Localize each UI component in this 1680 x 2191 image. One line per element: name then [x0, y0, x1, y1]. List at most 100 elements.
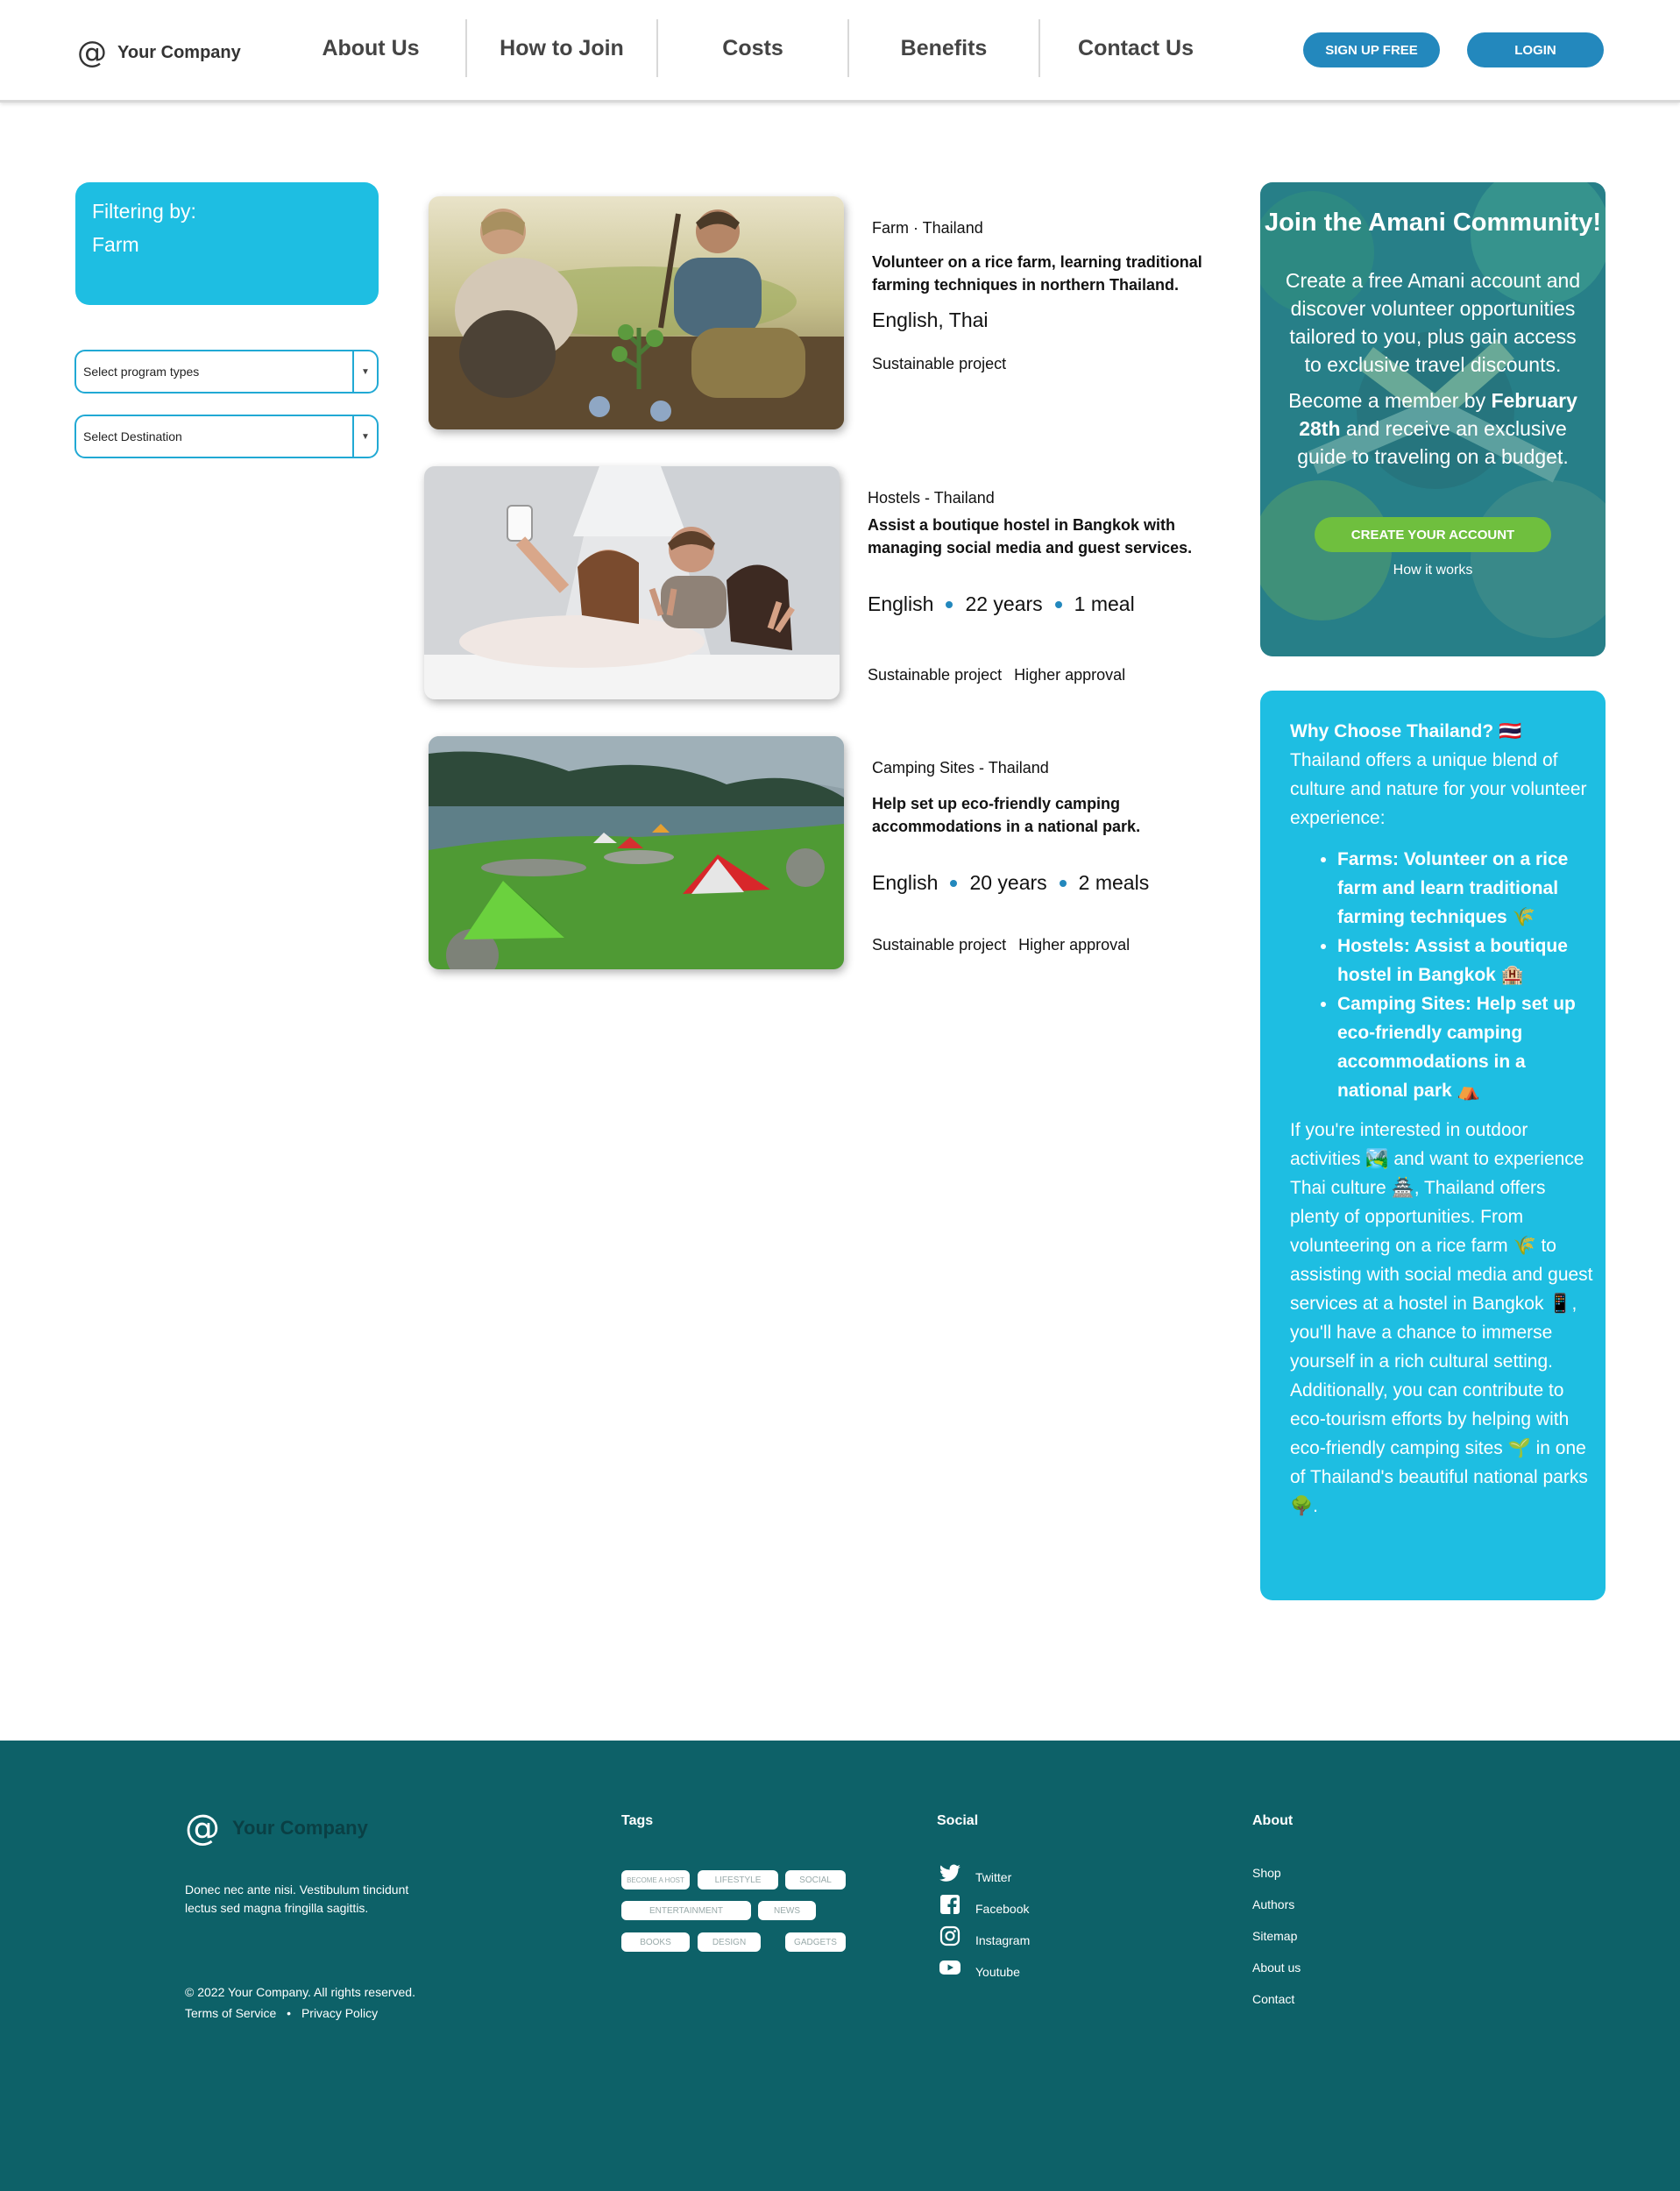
- list-item: Farms: Volunteer on a rice farm and lear…: [1337, 845, 1593, 932]
- listing-tags: Sustainable project Higher approval: [868, 666, 1125, 684]
- community-description: Create a free Amani account and discover…: [1285, 269, 1581, 376]
- youtube-icon[interactable]: [939, 1956, 961, 1979]
- at-logo-icon: @: [185, 1808, 220, 1848]
- logo[interactable]: @ Your Company: [77, 35, 241, 70]
- youtube-link[interactable]: Youtube: [975, 1965, 1020, 1979]
- logo-text: Your Company: [117, 42, 241, 62]
- tag-books[interactable]: BOOKS: [621, 1932, 690, 1952]
- site-header: @ Your Company About Us How to Join Cost…: [0, 0, 1680, 103]
- listing-meta: English 20 years 2 meals: [872, 871, 1149, 895]
- why-thailand-card: Why Choose Thailand? 🇹🇭 Thailand offers …: [1260, 691, 1606, 1600]
- why-intro: Thailand offers a unique blend of cultur…: [1290, 750, 1587, 828]
- at-logo-icon: @: [77, 35, 107, 70]
- signup-button[interactable]: SIGN UP FREE: [1303, 32, 1440, 67]
- separator-dot: •: [287, 2006, 292, 2020]
- tag-design[interactable]: DESIGN: [698, 1932, 761, 1952]
- bullet-dot-icon: [950, 879, 958, 887]
- list-item: Hostels: Assist a boutique hostel in Ban…: [1337, 932, 1593, 989]
- listing-meals: 1 meal: [1074, 592, 1135, 615]
- tag-become-a-host[interactable]: BECOME A HOST: [621, 1870, 690, 1890]
- tag-lifestyle[interactable]: LIFESTYLE: [698, 1870, 778, 1890]
- bullet-dot-icon: [1054, 600, 1062, 608]
- about-link-about-us[interactable]: About us: [1252, 1961, 1301, 1975]
- why-heading: Why Choose Thailand? 🇹🇭: [1290, 721, 1522, 741]
- twitter-link[interactable]: Twitter: [975, 1870, 1011, 1884]
- social-title: Social: [937, 1813, 979, 1828]
- footer-logo-text: Your Company: [232, 1817, 368, 1839]
- tag-gadgets[interactable]: GADGETS: [785, 1932, 846, 1952]
- listing-tag: Higher approval: [1014, 666, 1126, 684]
- tags-title: Tags: [621, 1813, 654, 1828]
- listing-age: 22 years: [965, 592, 1043, 615]
- listing-image-farm[interactable]: [429, 196, 844, 429]
- footer-logo[interactable]: @ Your Company: [185, 1811, 368, 1846]
- listing-languages: English, Thai: [872, 308, 989, 331]
- program-types-select[interactable]: Select program types ▼: [74, 350, 379, 394]
- listing-location: Camping Sites - Thailand: [872, 759, 1049, 776]
- listing-image-camping[interactable]: [429, 736, 844, 969]
- site-footer: @ Your Company Donec nec ante nisi. Vest…: [0, 1741, 1680, 2191]
- nav-about-us[interactable]: About Us: [276, 19, 467, 77]
- listing-description[interactable]: Volunteer on a rice farm, learning tradi…: [872, 251, 1223, 296]
- instagram-icon[interactable]: [939, 1925, 961, 1947]
- facebook-icon[interactable]: [939, 1893, 961, 1916]
- listing-description[interactable]: Help set up eco-friendly camping accommo…: [872, 792, 1223, 838]
- footer-description: Donec nec ante nisi. Vestibulum tincidun…: [185, 1883, 409, 1915]
- listing-location: Hostels - Thailand: [868, 489, 995, 507]
- listing-tags: Sustainable project Higher approval: [872, 936, 1130, 954]
- tag-entertainment[interactable]: ENTERTAINMENT: [621, 1901, 751, 1920]
- listing-meta: English, Thai: [872, 308, 989, 332]
- listing-meta: English 22 years 1 meal: [868, 592, 1135, 616]
- privacy-link[interactable]: Privacy Policy: [301, 2006, 378, 2020]
- nav-contact-us[interactable]: Contact Us: [1040, 19, 1231, 77]
- list-item: Camping Sites: Help set up eco-friendly …: [1337, 989, 1593, 1105]
- facebook-link[interactable]: Facebook: [975, 1902, 1029, 1916]
- listing-tag: Sustainable project: [868, 666, 1003, 684]
- listing-tag: Sustainable project: [872, 355, 1007, 372]
- create-account-button[interactable]: CREATE YOUR ACCOUNT: [1315, 517, 1551, 552]
- community-title: Join the Amani Community!: [1265, 209, 1601, 237]
- tag-social[interactable]: SOCIAL: [785, 1870, 846, 1890]
- about-link-sitemap[interactable]: Sitemap: [1252, 1929, 1297, 1943]
- destination-select[interactable]: Select Destination ▼: [74, 415, 379, 458]
- listing-language: English: [872, 871, 939, 894]
- about-title: About: [1252, 1813, 1294, 1828]
- tag-news[interactable]: NEWS: [758, 1901, 816, 1920]
- listing-description[interactable]: Assist a boutique hostel in Bangkok with…: [868, 514, 1218, 559]
- filter-value: Farm: [92, 233, 139, 256]
- filter-title: Filtering by:: [92, 200, 196, 223]
- listing-tag: Sustainable project: [872, 936, 1007, 954]
- why-body: If you're interested in outdoor activiti…: [1290, 1120, 1593, 1516]
- twitter-icon[interactable]: [939, 1862, 961, 1885]
- destination-placeholder: Select Destination: [83, 429, 182, 443]
- listing-tags: Sustainable project: [872, 355, 1006, 373]
- copyright: © 2022 Your Company. All rights reserved…: [185, 1985, 415, 1999]
- terms-link[interactable]: Terms of Service: [185, 2006, 276, 2020]
- about-link-contact[interactable]: Contact: [1252, 1992, 1294, 2006]
- community-offer: Become a member by February 28th and rec…: [1288, 389, 1577, 468]
- dropdown-arrow-icon[interactable]: ▼: [352, 351, 377, 392]
- bullet-dot-icon: [1059, 879, 1067, 887]
- why-bullet-list: Farms: Volunteer on a rice farm and lear…: [1337, 845, 1593, 1105]
- page: @ Your Company About Us How to Join Cost…: [0, 0, 1680, 2191]
- main-nav: About Us How to Join Costs Benefits Cont…: [276, 19, 1231, 77]
- program-types-placeholder: Select program types: [83, 365, 200, 379]
- bullet-dot-icon: [946, 600, 953, 608]
- listing-image-hostel[interactable]: [424, 466, 840, 699]
- nav-benefits[interactable]: Benefits: [849, 19, 1040, 77]
- dropdown-arrow-icon[interactable]: ▼: [352, 416, 377, 457]
- login-button[interactable]: LOGIN: [1467, 32, 1604, 67]
- listing-age: 20 years: [969, 871, 1047, 894]
- how-it-works-link[interactable]: How it works: [1260, 563, 1606, 578]
- about-link-shop[interactable]: Shop: [1252, 1866, 1281, 1880]
- nav-costs[interactable]: Costs: [658, 19, 849, 77]
- instagram-link[interactable]: Instagram: [975, 1933, 1030, 1947]
- community-card: Join the Amani Community! Create a free …: [1260, 182, 1606, 656]
- listing-tag: Higher approval: [1018, 936, 1131, 954]
- about-link-authors[interactable]: Authors: [1252, 1897, 1294, 1911]
- footer-legal: © 2022 Your Company. All rights reserved…: [185, 1982, 415, 2024]
- listing-meals: 2 meals: [1078, 871, 1150, 894]
- listing-language: English: [868, 592, 934, 615]
- nav-how-to-join[interactable]: How to Join: [467, 19, 658, 77]
- listing-location: Farm · Thailand: [872, 219, 983, 237]
